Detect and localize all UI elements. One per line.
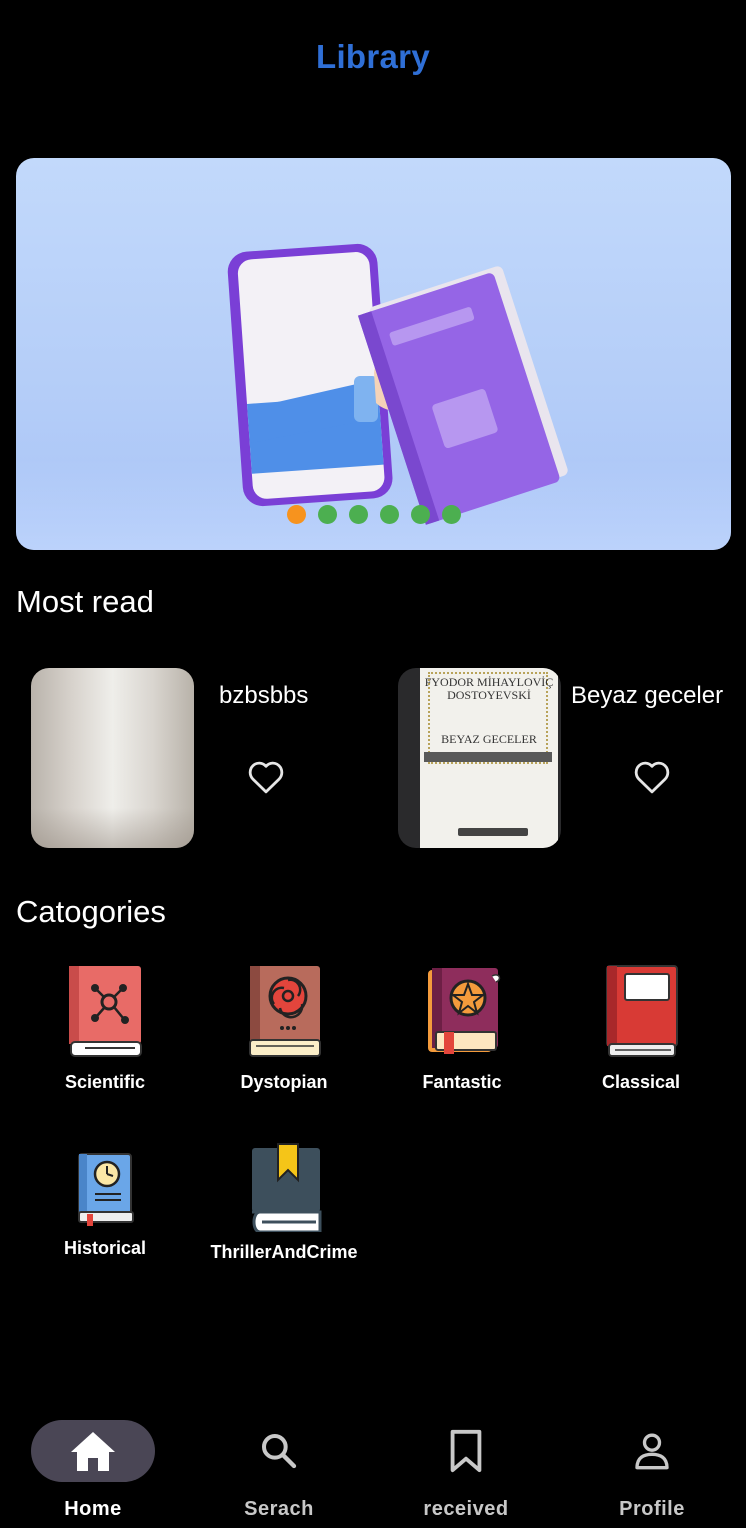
nav-label: Home [64,1498,122,1520]
book-cover[interactable]: FYODOR MİHAYLOVİÇ DOSTOYEVSKİ BEYAZ GECE… [398,668,561,848]
book-title: bzbsbbs [219,682,309,709]
nav-label: Profile [619,1498,685,1520]
carousel-dot[interactable] [348,505,368,524]
search-icon[interactable] [259,1431,299,1471]
nav-search-indicator[interactable] [217,1420,341,1482]
carousel-dot[interactable] [441,505,461,524]
scientific-book-icon [69,966,142,1057]
category-dystopian[interactable]: Dystopian [194,962,374,1093]
cover-band [424,752,552,762]
category-label: Classical [601,1072,681,1092]
carousel-dot[interactable] [410,505,430,524]
fantastic-book-icon [428,968,501,1054]
category-scientific[interactable]: Scientific [15,962,195,1093]
category-classical[interactable]: Classical [551,962,731,1093]
nav-received[interactable]: received [373,1420,559,1521]
nav-profile[interactable]: Profile [559,1420,745,1521]
category-historical[interactable]: Historical [15,1148,195,1259]
nav-label: Serach [244,1498,314,1520]
carousel-dot[interactable] [317,505,337,524]
carousel-dots[interactable] [16,505,731,524]
favorite-heart-icon[interactable] [245,756,287,798]
bookmark-icon[interactable] [448,1428,484,1474]
category-label: ThrillerAndCrime [210,1242,358,1262]
category-label: Fantastic [422,1072,502,1092]
category-fantastic[interactable]: Fantastic [372,962,552,1093]
categories-title: Catogories [16,894,166,929]
nav-profile-indicator[interactable] [590,1420,714,1482]
phone-book-illustration [227,243,568,525]
book-title: Beyaz geceler [571,682,724,709]
carousel-dot[interactable] [286,505,306,524]
cover-author: FYODOR MİHAYLOVİÇ DOSTOYEVSKİ [424,675,554,702]
book-cover[interactable] [31,668,194,848]
nav-received-indicator[interactable] [404,1420,528,1482]
category-label: Dystopian [240,1072,328,1092]
category-label: Scientific [64,1072,146,1092]
nav-home[interactable]: Home [0,1420,186,1521]
category-label: Historical [63,1238,147,1258]
nav-search[interactable]: Serach [186,1420,372,1521]
nav-home-indicator[interactable] [31,1420,155,1482]
bottom-navigation: Home Serach received Profile [0,1400,746,1528]
nav-label: received [423,1498,509,1520]
publisher-logo [458,828,528,836]
historical-book-icon [78,1153,134,1226]
banner-carousel[interactable] [16,158,731,550]
dystopian-book-icon [249,966,321,1057]
most-read-title: Most read [16,584,154,619]
cover-title: BEYAZ GECELER [441,732,537,746]
thriller-book-icon [252,1143,322,1232]
category-thrillerandcrime[interactable]: ThrillerAndCrime [194,1142,374,1263]
classical-book-icon [606,965,678,1057]
home-icon[interactable] [69,1429,117,1473]
person-icon[interactable] [632,1430,672,1472]
favorite-heart-icon[interactable] [631,756,673,798]
carousel-dot[interactable] [379,505,399,524]
page-title: Library [316,38,430,75]
